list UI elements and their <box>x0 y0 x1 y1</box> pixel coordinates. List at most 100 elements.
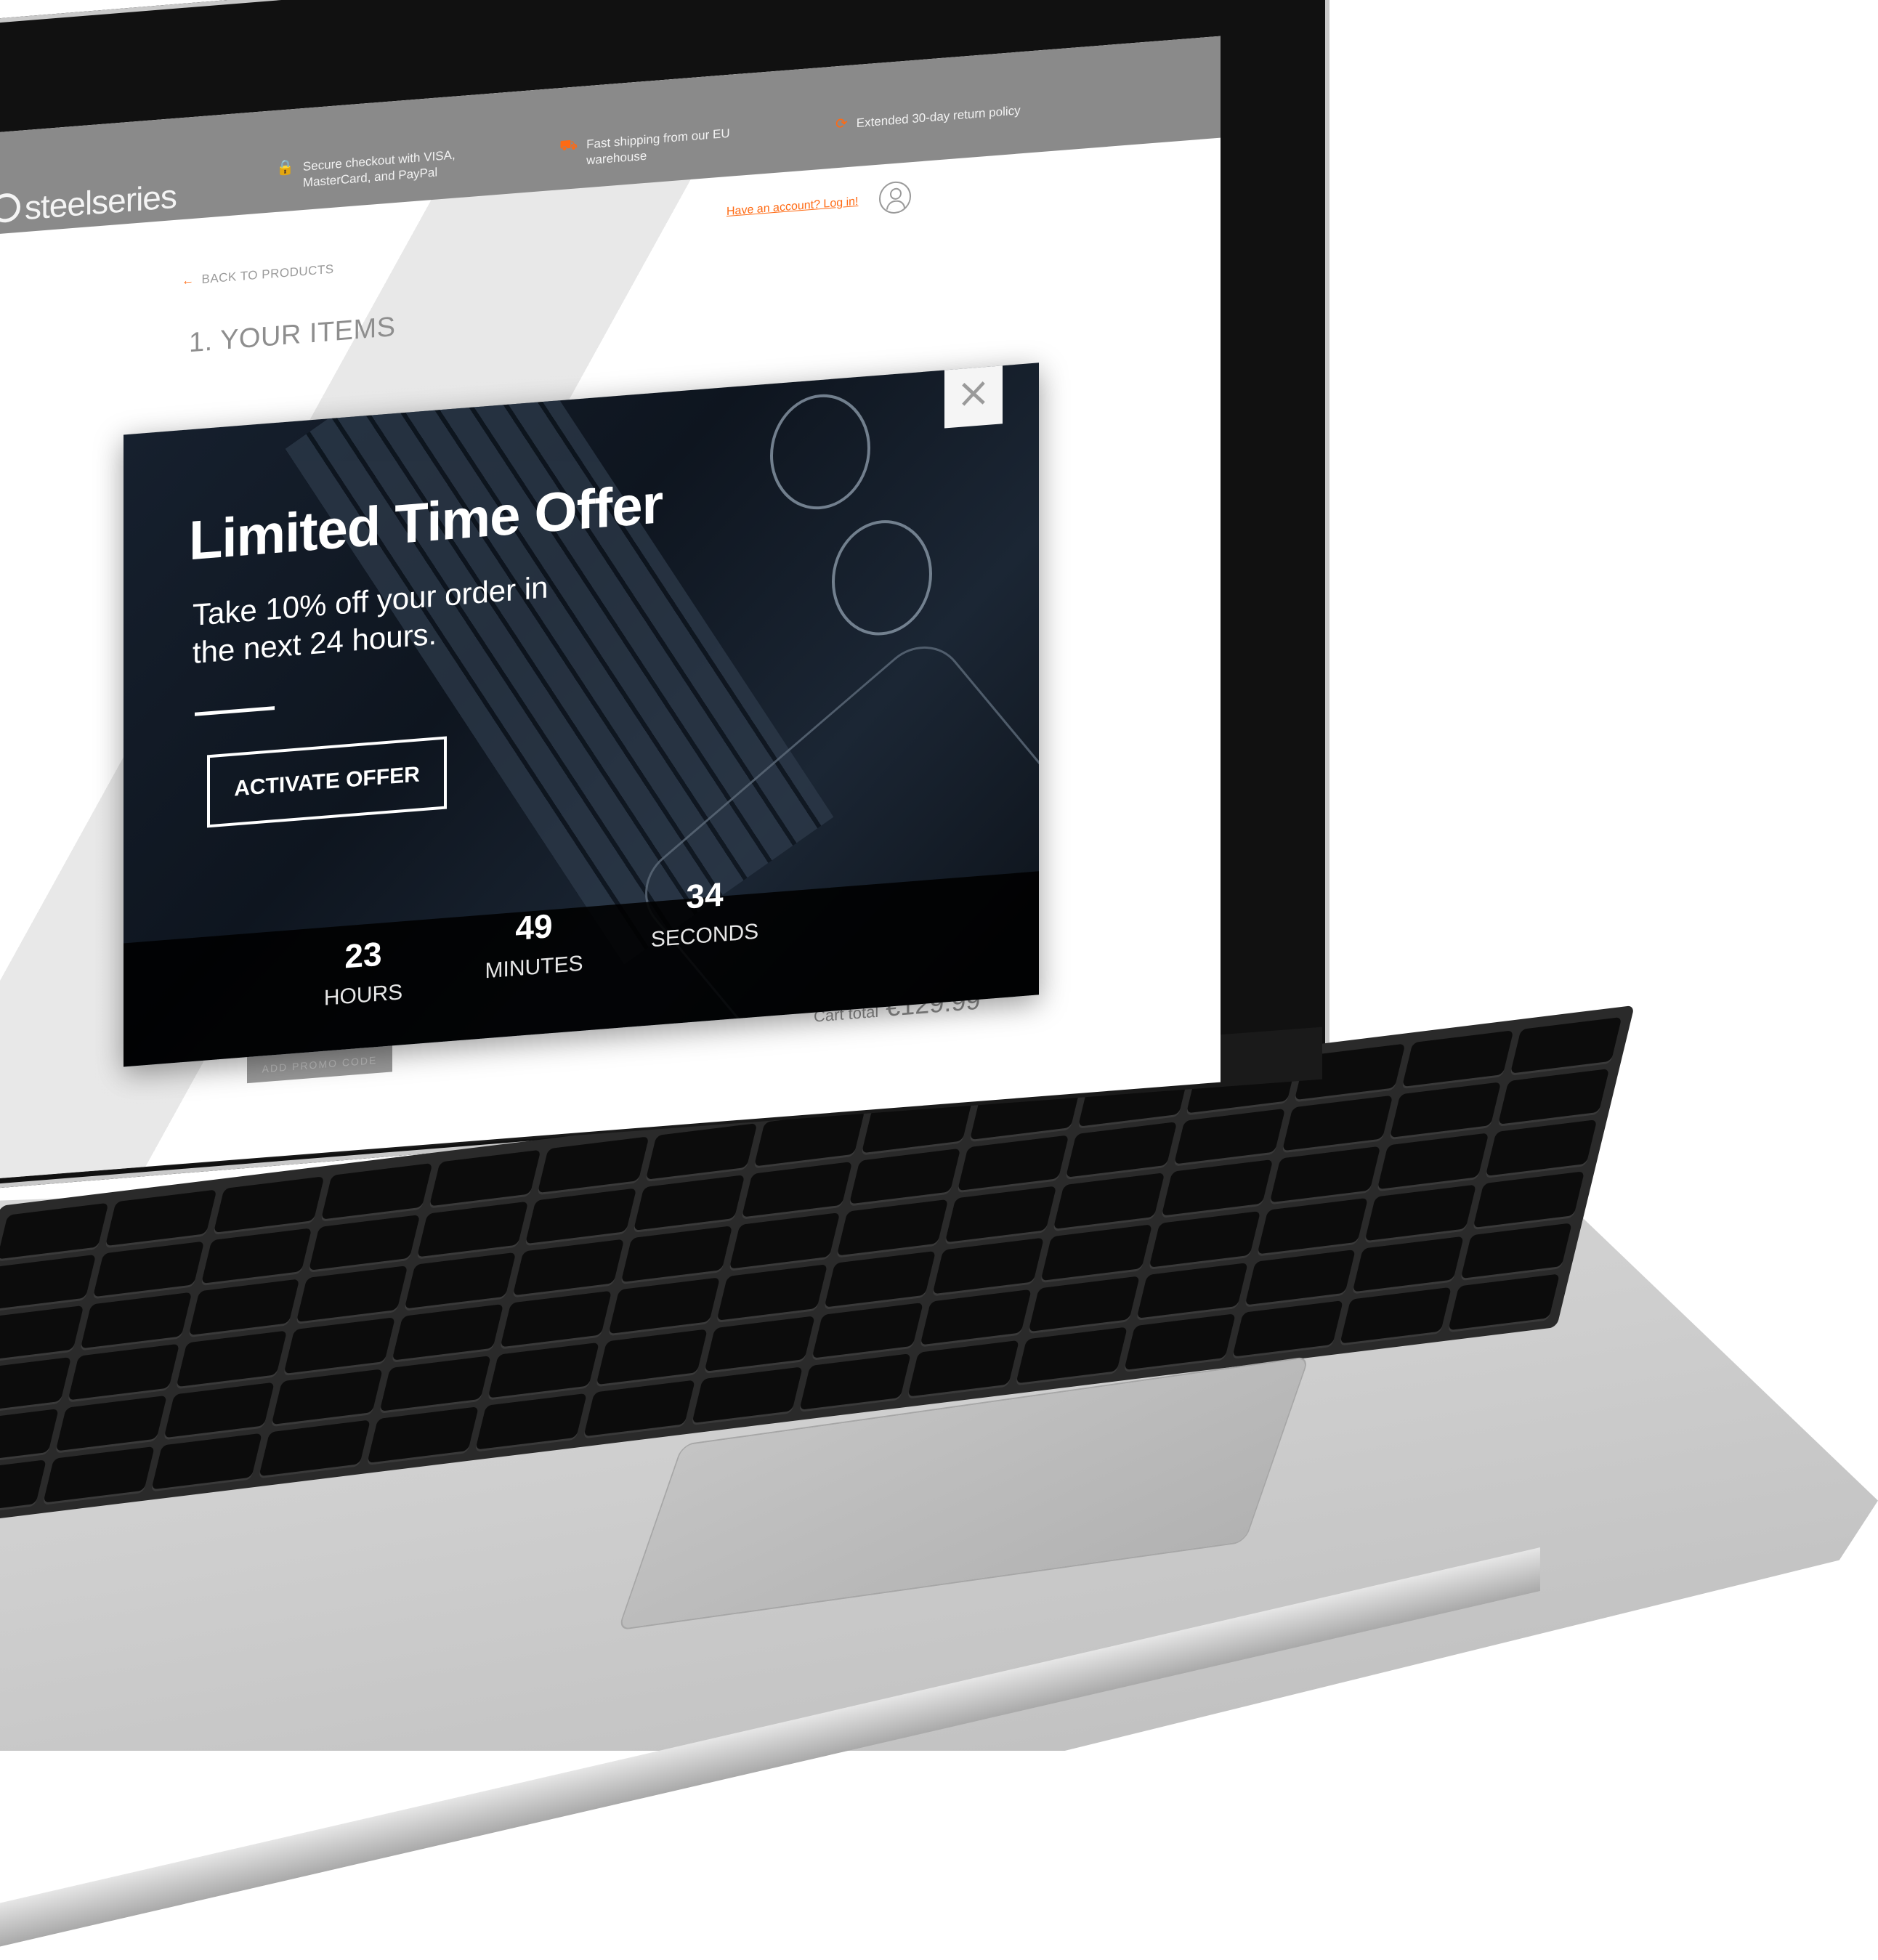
keyboard-key <box>1473 1171 1585 1228</box>
keyboard-key <box>429 1149 541 1207</box>
login-link[interactable]: Have an account? Log in! <box>726 195 858 219</box>
keyboard-key <box>1485 1119 1598 1176</box>
keyboard-key <box>475 1393 587 1450</box>
benefit-return-policy: ⟳ Extended 30-day return policy <box>835 99 1068 133</box>
close-icon[interactable]: × <box>944 363 1003 429</box>
user-icon[interactable] <box>879 180 911 215</box>
countdown-seconds: 34 SECONDS <box>632 870 777 955</box>
keyboard-key <box>716 1264 828 1321</box>
steelseries-logo-mark-icon <box>0 192 20 224</box>
keyboard-key <box>741 1161 853 1218</box>
keyboard-key <box>824 1250 936 1308</box>
keyboard-key <box>296 1266 408 1322</box>
keyboard-key <box>163 1382 275 1438</box>
keyboard-key <box>150 1433 263 1490</box>
keyboard-key <box>188 1279 300 1336</box>
keyboard-key <box>920 1289 1032 1345</box>
limited-offer-modal: × Limited Time Offer Take 10% off your o… <box>124 363 1039 1067</box>
keyboard-key <box>1364 1184 1477 1241</box>
countdown-hours: 23 HOURS <box>291 930 436 1014</box>
keyboard-key <box>1352 1236 1465 1292</box>
keyboard-key <box>645 1123 758 1180</box>
keyboard-key <box>55 1395 167 1451</box>
keyboard-key <box>512 1239 625 1296</box>
activate-offer-button[interactable]: ACTIVATE OFFER <box>207 736 447 828</box>
back-label: BACK TO PRODUCTS <box>201 262 334 287</box>
keyboard-key <box>1040 1224 1152 1281</box>
keyboard-key <box>1460 1222 1573 1279</box>
steelseries-logo[interactable]: steelseries <box>0 177 177 230</box>
keyboard-key <box>620 1226 732 1283</box>
keyboard-key <box>80 1292 192 1349</box>
keyboard-key <box>68 1343 179 1401</box>
countdown-timer: 23 HOURS 49 MINUTES 34 SECONDS <box>124 870 1039 1067</box>
keyboard-key <box>596 1329 708 1385</box>
keyboard-key <box>271 1368 384 1425</box>
keyboard-key <box>1282 1095 1393 1151</box>
keyboard-key <box>176 1330 288 1387</box>
countdown-hours-value: 23 <box>344 934 382 976</box>
keyboard-key <box>0 1305 84 1362</box>
keyboard-key <box>283 1317 396 1374</box>
keyboard-key <box>1016 1327 1128 1384</box>
keyboard-key <box>309 1214 421 1271</box>
keyboard-key <box>583 1380 695 1437</box>
keyboard-key <box>1065 1121 1178 1178</box>
benefit-text: Fast shipping from our EU warehouse <box>586 126 730 168</box>
benefit-secure-checkout: 🔒 Secure checkout with VISA, MasterCard,… <box>276 146 465 193</box>
keyboard-key <box>1136 1262 1248 1319</box>
keyboard-key <box>1161 1159 1273 1216</box>
keyboard-key <box>201 1227 312 1284</box>
keyboard-key <box>837 1199 949 1256</box>
keyboard-key <box>1402 1030 1514 1087</box>
keyboard-key <box>1124 1313 1236 1371</box>
keyboard-key <box>43 1446 155 1503</box>
benefit-text: Extended 30-day return policy <box>856 103 1021 131</box>
keyboard-key <box>1269 1146 1381 1203</box>
keyboard-key <box>404 1252 517 1309</box>
keyboard-key <box>1390 1081 1502 1138</box>
countdown-seconds-label: SECONDS <box>650 919 759 952</box>
keyboard-key <box>392 1303 504 1361</box>
keyboard-key <box>811 1302 924 1359</box>
logo-text: steelseries <box>25 177 177 227</box>
keyboard-key <box>729 1212 841 1269</box>
keyboard-key <box>105 1189 217 1246</box>
keyboard-key <box>416 1201 529 1258</box>
countdown-minutes-value: 49 <box>515 906 553 948</box>
keyboard-key <box>1497 1068 1610 1125</box>
benefit-text: Secure checkout with VISA, MasterCard, a… <box>302 147 456 190</box>
keyboard-key <box>0 1408 59 1465</box>
offer-divider <box>195 706 275 716</box>
modal-background-earcup <box>832 516 932 639</box>
keyboard-key <box>1053 1173 1165 1230</box>
keyboard-key <box>608 1277 720 1334</box>
keyboard-key <box>944 1186 1057 1243</box>
keyboard-key <box>1028 1276 1140 1332</box>
keyboard-key <box>932 1237 1045 1295</box>
keyboard-key <box>525 1188 637 1244</box>
arrow-left-icon: ← <box>182 272 195 288</box>
keyboard-key <box>0 1202 109 1260</box>
section-title-items: 1. YOUR ITEMS <box>189 311 396 359</box>
keyboard-key <box>703 1315 816 1372</box>
keyboard-key <box>367 1406 479 1463</box>
keyboard-key <box>92 1241 204 1297</box>
keyboard-key <box>1340 1287 1452 1344</box>
keyboard-key <box>1149 1211 1260 1268</box>
keyboard-key <box>1244 1249 1356 1305</box>
keyboard-key <box>487 1342 599 1398</box>
back-to-products-link[interactable]: ← BACK TO PRODUCTS <box>182 262 334 288</box>
keyboard-key <box>1377 1133 1489 1190</box>
keyboard-key <box>907 1340 1019 1397</box>
keyboard-key <box>691 1366 804 1424</box>
keyboard-key <box>379 1355 492 1412</box>
keyboard-key <box>1173 1108 1285 1165</box>
lock-icon: 🔒 <box>276 158 294 177</box>
keyboard-key <box>957 1134 1069 1191</box>
laptop-screen: steelseries 🔒 Secure checkout with VISA,… <box>0 36 1221 1181</box>
keyboard-key <box>0 1356 71 1414</box>
keyboard-key <box>0 1254 97 1311</box>
keyboard-key <box>500 1290 612 1348</box>
benefit-fast-shipping: ⛟ Fast shipping from our EU warehouse <box>559 124 748 171</box>
